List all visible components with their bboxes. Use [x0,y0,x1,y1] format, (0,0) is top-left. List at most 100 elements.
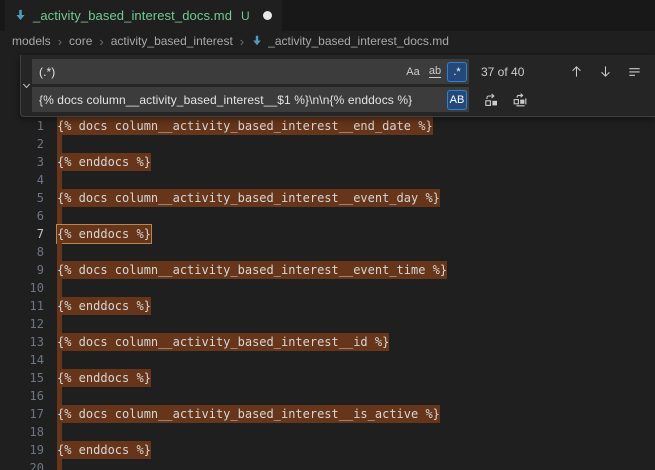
line-text[interactable]: {% enddocs %} [44,225,151,243]
breadcrumb-item-core[interactable]: core [69,34,92,48]
find-match-highlight [57,459,62,470]
line-number[interactable]: 4 [0,171,44,189]
line-text[interactable] [44,387,62,405]
code-line[interactable]: 2 [0,135,655,153]
replace-input[interactable]: {% docs column__activity_based_interest_… [32,87,469,112]
line-text[interactable] [44,279,62,297]
line-number[interactable]: 8 [0,243,44,261]
line-text[interactable]: {% docs column__activity_based_interest_… [44,117,433,135]
line-number[interactable]: 17 [0,405,44,423]
replace-all-icon [512,92,528,108]
code-line[interactable]: 12 [0,315,655,333]
line-text[interactable]: {% enddocs %} [44,369,151,387]
line-number[interactable]: 11 [0,297,44,315]
code-line[interactable]: 3 {% enddocs %} [0,153,655,171]
line-number[interactable]: 7 [0,225,44,243]
code-line[interactable]: 1{% docs column__activity_based_interest… [0,117,655,135]
line-number[interactable]: 9 [0,261,44,279]
next-match-button[interactable] [595,62,615,82]
line-number[interactable]: 14 [0,351,44,369]
code-line[interactable]: 16 [0,387,655,405]
match-case-toggle[interactable]: Aa [403,62,423,82]
tab-bar: _activity_based_interest_docs.md U [0,0,655,31]
find-match-highlight: {% enddocs %} [57,441,151,459]
code-line[interactable]: 9 {% docs column__activity_based_interest… [0,261,655,279]
line-number[interactable]: 20 [0,459,44,470]
line-number[interactable]: 6 [0,207,44,225]
find-match-highlight: {% docs column__activity_based_interest_… [57,405,440,423]
line-text[interactable] [44,243,62,261]
find-results-count: 37 of 40 [481,65,543,79]
line-number[interactable]: 2 [0,135,44,153]
line-text[interactable] [44,351,62,369]
chevron-right-icon: › [99,34,103,49]
code-line[interactable]: 20 [0,459,655,470]
line-text[interactable]: {% enddocs %} [44,153,151,171]
chevron-right-icon: › [58,34,62,49]
find-match-highlight [57,135,62,153]
markdown-icon [14,9,27,22]
line-text[interactable] [44,423,62,441]
find-input[interactable]: (.*) Aa ab .* [32,59,469,84]
code-line[interactable]: 8 [0,243,655,261]
line-number[interactable]: 3 [0,153,44,171]
editor-tab[interactable]: _activity_based_interest_docs.md U [5,0,282,31]
line-number[interactable]: 15 [0,369,44,387]
line-number[interactable]: 18 [0,423,44,441]
find-match-highlight: {% docs column__activity_based_interest_… [57,261,447,279]
line-number[interactable]: 13 [0,333,44,351]
replace-input-value: {% docs column__activity_based_interest_… [39,93,445,107]
find-match-highlight: {% enddocs %} [57,297,151,315]
code-line[interactable]: 11 {% enddocs %} [0,297,655,315]
line-text[interactable]: {% docs column__activity_based_interest_… [44,333,389,351]
editor-pane: (.*) Aa ab .* 37 of 40 [0,51,655,470]
breadcrumb-item-file[interactable]: _activity_based_interest_docs.md [268,34,449,48]
line-text[interactable]: {% docs column__activity_based_interest_… [44,189,440,207]
whole-word-toggle[interactable]: ab [425,62,445,82]
line-number[interactable]: 1 [0,117,44,135]
line-number[interactable]: 10 [0,279,44,297]
regex-toggle[interactable]: .* [447,62,467,82]
toggle-replace-chevron[interactable] [21,55,32,116]
chevron-right-icon: › [240,34,244,49]
code-line[interactable]: 4 [0,171,655,189]
code-line[interactable]: 10 [0,279,655,297]
replace-row: {% docs column__activity_based_interest_… [32,87,655,112]
find-input-value: (.*) [39,65,401,79]
code-line[interactable]: 17 {% docs column__activity_based_interes… [0,405,655,423]
code-line[interactable]: 5{% docs column__activity_based_interest… [0,189,655,207]
replace-all-button[interactable] [510,90,530,110]
line-text[interactable] [44,171,62,189]
line-number[interactable]: 16 [0,387,44,405]
line-number[interactable]: 12 [0,315,44,333]
find-match-highlight: {% enddocs %} [57,369,151,387]
line-number[interactable]: 19 [0,441,44,459]
previous-match-button[interactable] [566,62,586,82]
line-text[interactable] [44,459,62,470]
find-in-selection-button[interactable] [624,62,644,82]
git-status-badge: U [241,9,250,23]
breadcrumb-item-folder[interactable]: activity_based_interest [111,34,233,48]
replace-button[interactable] [481,90,501,110]
line-text[interactable] [44,207,62,225]
modified-dot-icon[interactable] [263,11,272,20]
line-text[interactable]: {% enddocs %} [44,441,151,459]
breadcrumb-item-models[interactable]: models [12,34,51,48]
code-line[interactable]: 19 {% enddocs %} [0,441,655,459]
line-text[interactable]: {% docs column__activity_based_interest_… [44,261,447,279]
line-text[interactable]: {% docs column__activity_based_interest_… [44,405,440,423]
preserve-case-toggle[interactable]: AB [447,90,467,110]
code-line[interactable]: 15 {% enddocs %} [0,369,655,387]
line-text[interactable] [44,135,62,153]
code-line[interactable]: 14 [0,351,655,369]
find-match-highlight [57,171,62,189]
line-text[interactable] [44,315,62,333]
line-text[interactable]: {% enddocs %} [44,297,151,315]
line-number[interactable]: 5 [0,189,44,207]
chevron-down-icon [21,80,32,91]
find-match-highlight: {% enddocs %} [57,153,151,171]
code-line[interactable]: 18 [0,423,655,441]
code-line[interactable]: 13{% docs column__activity_based_interes… [0,333,655,351]
code-line[interactable]: 6 [0,207,655,225]
code-line[interactable]: 7{% enddocs %} [0,225,655,243]
